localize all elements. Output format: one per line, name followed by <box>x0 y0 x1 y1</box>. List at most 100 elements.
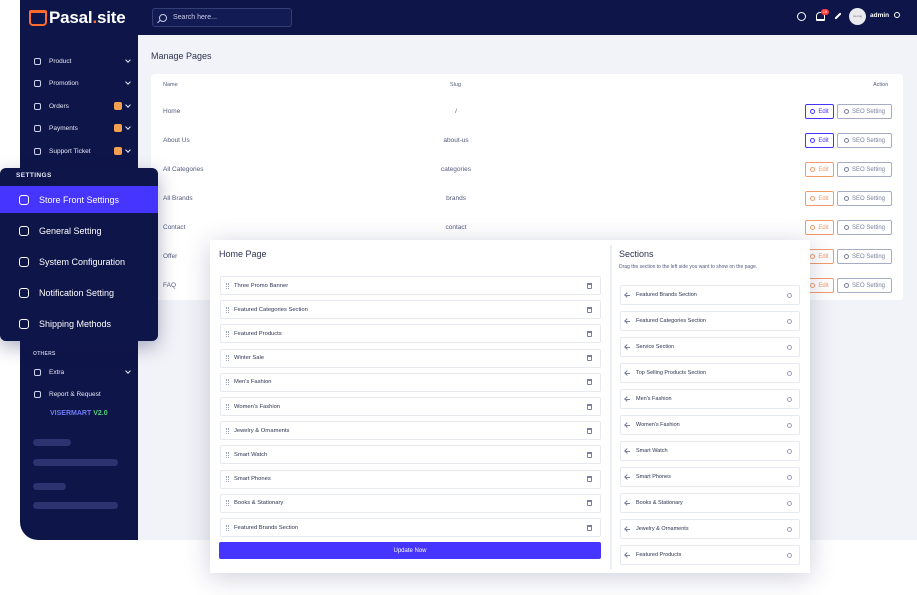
drag-handle-icon[interactable] <box>226 306 229 313</box>
trash-icon[interactable] <box>587 451 592 458</box>
avatar[interactable]: no-img <box>849 8 866 25</box>
arrow-left-icon <box>625 320 630 322</box>
gear-icon[interactable] <box>787 526 792 532</box>
seo-setting-button[interactable]: SEO Setting <box>837 162 892 177</box>
trash-icon[interactable] <box>587 379 592 386</box>
drag-handle-icon[interactable] <box>226 379 229 386</box>
gear-icon[interactable] <box>787 500 792 506</box>
pencil-icon <box>810 138 816 143</box>
seo-setting-button[interactable]: SEO Setting <box>837 249 892 264</box>
drag-handle-icon[interactable] <box>226 330 229 337</box>
sidebar-item-support-ticket[interactable]: Support Ticket <box>34 144 131 158</box>
available-section-item[interactable]: Featured Products <box>620 545 800 565</box>
available-section-item[interactable]: Smart Watch <box>620 441 800 461</box>
trash-icon[interactable] <box>587 427 592 434</box>
drag-handle-icon[interactable] <box>226 282 229 289</box>
section-label: Women's Fashion <box>636 422 680 428</box>
sidebar-item-orders[interactable]: Orders <box>34 99 131 113</box>
brand-logo[interactable]: Pasal.site <box>29 8 126 28</box>
update-now-button[interactable]: Update Now <box>219 542 601 559</box>
gear-icon[interactable] <box>787 448 792 454</box>
arrow-left-icon <box>625 528 630 530</box>
gear-icon[interactable] <box>787 370 792 376</box>
store-front-icon <box>19 194 29 205</box>
home-section-item[interactable]: Winter Sale <box>220 348 601 368</box>
edit-button[interactable]: Edit <box>805 220 834 235</box>
settings-item-shipping-methods[interactable]: Shipping Methods <box>0 310 158 337</box>
available-section-item[interactable]: Men's Fashion <box>620 389 800 409</box>
section-label: Featured Categories Section <box>636 318 707 324</box>
home-section-item[interactable]: Featured Products <box>220 324 601 344</box>
gear-icon <box>843 138 849 143</box>
seo-setting-button[interactable]: SEO Setting <box>837 104 892 119</box>
seo-setting-button[interactable]: SEO Setting <box>837 220 892 235</box>
sidebar-item-payments[interactable]: Payments <box>34 121 131 135</box>
user-name[interactable]: admin <box>870 12 889 19</box>
home-section-item[interactable]: Jewelry & Ornaments <box>220 421 601 441</box>
arrow-left-icon <box>625 502 630 504</box>
settings-item-system-configuration[interactable]: System Configuration <box>0 248 158 275</box>
home-section-item[interactable]: Featured Categories Section <box>220 300 601 320</box>
drag-handle-icon[interactable] <box>226 403 229 410</box>
edit-button[interactable]: Edit <box>805 191 834 206</box>
trash-icon[interactable] <box>587 306 592 313</box>
trash-icon[interactable] <box>587 476 592 483</box>
trash-icon[interactable] <box>587 524 592 531</box>
trash-icon[interactable] <box>587 355 592 362</box>
available-section-item[interactable]: Jewelry & Ornaments <box>620 519 800 539</box>
sidebar-item-product[interactable]: Product <box>34 54 131 68</box>
drag-handle-icon[interactable] <box>226 427 229 434</box>
settings-item-general-setting[interactable]: General Setting <box>0 217 158 244</box>
drag-handle-icon[interactable] <box>226 476 229 483</box>
section-label: Jewelry & Ornaments <box>636 526 689 532</box>
seo-setting-button[interactable]: SEO Setting <box>837 278 892 293</box>
ticket-icon <box>34 147 41 155</box>
drag-handle-icon[interactable] <box>226 451 229 458</box>
edit-button[interactable]: Edit <box>805 104 834 119</box>
page-name-cell: FAQ <box>163 282 177 289</box>
trash-icon[interactable] <box>587 500 592 507</box>
gear-icon[interactable] <box>787 422 792 428</box>
available-section-item[interactable]: Women's Fashion <box>620 415 800 435</box>
gear-icon[interactable] <box>787 292 792 298</box>
available-section-item[interactable]: Smart Phones <box>620 467 800 487</box>
arrow-left-icon <box>625 424 630 426</box>
sidebar-item-report[interactable]: Report & Request <box>34 387 130 401</box>
trash-icon[interactable] <box>587 330 592 337</box>
gear-icon[interactable] <box>787 344 792 350</box>
available-section-item[interactable]: Featured Brands Section <box>620 285 800 305</box>
trash-icon[interactable] <box>587 403 592 410</box>
trash-icon[interactable] <box>587 282 592 289</box>
home-section-item[interactable]: Men's Fashion <box>220 372 601 392</box>
settings-item-notification-setting[interactable]: Notification Setting <box>0 279 158 306</box>
chevron-down-icon <box>125 57 131 63</box>
sidebar-item-extra[interactable]: Extra <box>34 365 131 379</box>
search-input[interactable]: Search here... <box>152 8 292 27</box>
section-label: Service Section <box>636 344 675 350</box>
edit-button[interactable]: Edit <box>805 133 834 148</box>
home-section-item[interactable]: Women's Fashion <box>220 397 601 416</box>
gear-icon[interactable] <box>787 474 792 480</box>
available-section-item[interactable]: Top Selling Products Section <box>620 363 800 383</box>
home-section-item[interactable]: Three Promo Banner <box>220 276 601 295</box>
home-section-item[interactable]: Featured Brands Section <box>220 518 601 537</box>
home-section-item[interactable]: Books & Stationary <box>220 493 601 513</box>
drag-handle-icon[interactable] <box>226 355 229 362</box>
seo-setting-button[interactable]: SEO Setting <box>837 133 892 148</box>
seo-setting-button[interactable]: SEO Setting <box>837 191 892 206</box>
gear-icon[interactable] <box>787 318 792 324</box>
available-section-item[interactable]: Books & Stationary <box>620 493 800 513</box>
globe-icon[interactable] <box>797 12 806 21</box>
home-section-item[interactable]: Smart Watch <box>220 445 601 465</box>
settings-item-store-front-settings[interactable]: Store Front Settings <box>0 186 158 213</box>
drag-handle-icon[interactable] <box>226 500 229 507</box>
sidebar-item-promotion[interactable]: Promotion <box>34 76 131 90</box>
available-section-item[interactable]: Service Section <box>620 337 800 357</box>
edit-button[interactable]: Edit <box>805 162 834 177</box>
available-section-item[interactable]: Featured Categories Section <box>620 311 800 331</box>
home-section-item[interactable]: Smart Phones <box>220 469 601 489</box>
gear-icon[interactable] <box>787 396 792 402</box>
drag-handle-icon[interactable] <box>226 524 229 531</box>
chevron-down-icon[interactable] <box>894 12 900 18</box>
gear-icon[interactable] <box>787 552 792 558</box>
